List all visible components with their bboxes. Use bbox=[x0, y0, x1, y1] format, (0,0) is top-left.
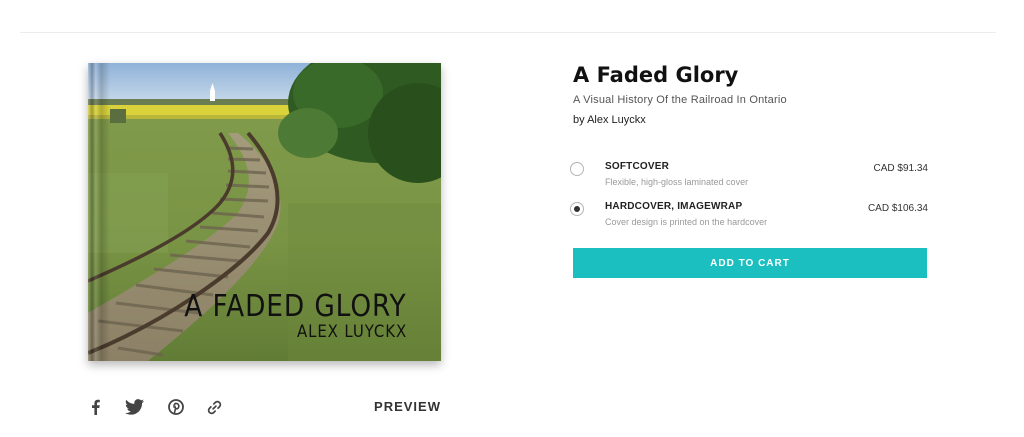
product-title: A Faded Glory bbox=[573, 63, 739, 87]
cover-author-text: ALEX LUYCKX bbox=[296, 322, 407, 342]
top-divider bbox=[20, 32, 996, 33]
option-name: SOFTCOVER bbox=[605, 161, 670, 172]
link-icon[interactable] bbox=[206, 396, 222, 418]
book-cover-image: A FADED GLORY ALEX LUYCKX bbox=[88, 63, 441, 361]
preview-link[interactable]: PREVIEW bbox=[374, 399, 441, 414]
option-price: CAD $106.34 bbox=[867, 203, 928, 214]
option-price: CAD $91.34 bbox=[873, 163, 928, 174]
twitter-icon[interactable] bbox=[123, 396, 145, 418]
share-row: PREVIEW bbox=[88, 396, 441, 420]
option-description: Cover design is printed on the hardcover bbox=[605, 217, 768, 227]
softcover-radio[interactable] bbox=[570, 162, 584, 176]
cover-title-text: A FADED GLORY bbox=[184, 289, 407, 324]
hardcover-radio[interactable] bbox=[570, 202, 584, 216]
add-to-cart-button[interactable]: ADD TO CART bbox=[573, 248, 927, 278]
cover-options: SOFTCOVER Flexible, high-gloss laminated… bbox=[570, 158, 928, 238]
product-author: by Alex Luyckx bbox=[573, 114, 646, 126]
product-info: A Faded Glory A Visual History Of the Ra… bbox=[573, 60, 928, 126]
product-subtitle: A Visual History Of the Railroad In Onta… bbox=[573, 94, 787, 106]
book-spine-shading bbox=[88, 63, 110, 361]
facebook-icon[interactable] bbox=[88, 396, 102, 418]
product-page: A FADED GLORY ALEX LUYCKX PREVIEW A Fade… bbox=[0, 0, 1024, 437]
option-softcover[interactable]: SOFTCOVER Flexible, high-gloss laminated… bbox=[570, 158, 928, 198]
option-description: Flexible, high-gloss laminated cover bbox=[605, 177, 749, 187]
pinterest-icon[interactable] bbox=[167, 396, 185, 418]
option-name: HARDCOVER, IMAGEWRAP bbox=[605, 201, 743, 212]
option-hardcover-imagewrap[interactable]: HARDCOVER, IMAGEWRAP Cover design is pri… bbox=[570, 198, 928, 238]
